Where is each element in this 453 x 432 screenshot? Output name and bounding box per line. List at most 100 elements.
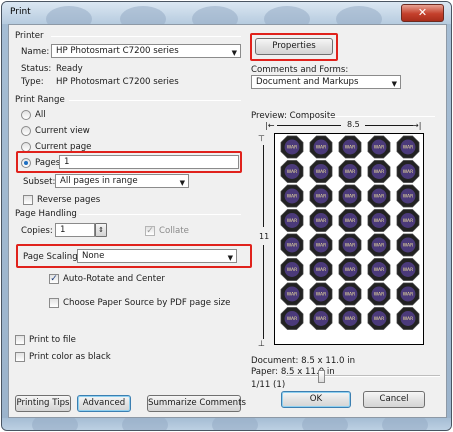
subset-value: All pages in range <box>60 176 138 186</box>
reverse-pages-label: Reverse pages <box>37 195 101 205</box>
auto-rotate-checkbox[interactable]: ✓ <box>49 274 59 284</box>
copies-input[interactable]: 1 <box>55 223 95 237</box>
sticker-text: WAR <box>287 218 297 224</box>
sticker-text: WAR <box>316 243 326 249</box>
radio-current-view-label: Current view <box>35 126 90 136</box>
sticker-text: WAR <box>403 145 413 151</box>
sticker-text: WAR <box>403 169 413 175</box>
printer-name-label: Name: <box>21 47 50 57</box>
sticker-text: WAR <box>403 316 413 322</box>
width-arrow-right-icon: →| <box>412 121 422 130</box>
comments-forms-dropdown[interactable]: Document and Markups ▼ <box>251 75 401 89</box>
highlight-page-scaling <box>16 244 252 268</box>
page-slider-track[interactable] <box>286 375 440 377</box>
radio-current-view[interactable] <box>21 126 31 136</box>
copies-spinner-icon[interactable]: ⇕ <box>95 223 107 237</box>
sticker-text: WAR <box>403 194 413 200</box>
collate-checkbox[interactable]: ✓ <box>145 226 155 236</box>
sticker-text: WAR <box>316 169 326 175</box>
sticker-text: WAR <box>345 194 355 200</box>
print-color-black-label: Print color as black <box>29 352 111 362</box>
sticker-text: WAR <box>287 316 297 322</box>
print-to-file-label: Print to file <box>29 335 76 345</box>
choose-paper-source-checkbox[interactable] <box>49 298 59 308</box>
height-arrow-up-icon: ⊤ <box>258 134 265 143</box>
comments-forms-label: Comments and Forms: <box>251 65 349 75</box>
radio-all-label: All <box>35 110 46 120</box>
document-size-label: Document: 8.5 x 11.0 in <box>251 356 356 366</box>
copies-value: 1 <box>60 225 66 235</box>
dialog-client-area: Printer Name: HP Photosmart C7200 series… <box>8 24 447 418</box>
collate-label: Collate <box>159 226 189 236</box>
radio-all[interactable] <box>21 110 31 120</box>
print-color-black-checkbox[interactable] <box>15 352 25 362</box>
status-label: Status: <box>21 64 52 74</box>
sticker-text: WAR <box>316 267 326 273</box>
comments-forms-value: Document and Markups <box>256 77 359 87</box>
sticker-text: WAR <box>374 218 384 224</box>
sticker-text: WAR <box>287 169 297 175</box>
sticker-text: WAR <box>374 292 384 298</box>
sticker-text: WAR <box>316 194 326 200</box>
printer-name-value: HP Photosmart C7200 series <box>56 46 179 56</box>
page-handling-section-label: Page Handling <box>15 209 77 219</box>
sticker-text: WAR <box>316 316 326 322</box>
preview-height-label: 11 <box>259 232 270 241</box>
window-title: Print <box>10 7 31 17</box>
subset-dropdown[interactable]: All pages in range ▼ <box>55 174 189 188</box>
auto-rotate-label: Auto-Rotate and Center <box>63 274 165 284</box>
sticker-text: WAR <box>403 218 413 224</box>
sticker-text: WAR <box>345 243 355 249</box>
print-to-file-checkbox[interactable] <box>15 335 25 345</box>
reverse-pages-checkbox[interactable] <box>23 195 33 205</box>
preview-title: Preview: Composite <box>251 111 336 121</box>
cancel-button[interactable]: Cancel <box>363 391 425 408</box>
ok-button[interactable]: OK <box>281 391 351 408</box>
bottom-frame <box>2 418 451 430</box>
sticker-text: WAR <box>287 194 297 200</box>
sticker-text: WAR <box>345 292 355 298</box>
chevron-down-icon: ▼ <box>231 49 237 57</box>
sticker-text: WAR <box>345 316 355 322</box>
sticker-text: WAR <box>287 267 297 273</box>
type-value: HP Photosmart C7200 series <box>56 77 179 87</box>
sticker-text: WAR <box>287 145 297 151</box>
preview-thumbnail-svg: WAR WAR WAR WAR WAR WAR WAR WAR WAR WAR WAR WAR WAR W… <box>280 135 420 330</box>
sticker-text: WAR <box>403 267 413 273</box>
sticker-text: WAR <box>345 169 355 175</box>
sticker-text: WAR <box>316 218 326 224</box>
choose-paper-source-label: Choose Paper Source by PDF page size <box>63 298 231 308</box>
page-indicator: 1/11 (1) <box>251 380 286 390</box>
sticker-text: WAR <box>374 145 384 151</box>
sticker-text: WAR <box>374 267 384 273</box>
highlight-pages <box>16 151 242 173</box>
preview-width-label: 8.5 <box>347 120 360 129</box>
sticker-text: WAR <box>316 145 326 151</box>
type-label: Type: <box>21 77 44 87</box>
sticker-text: WAR <box>374 169 384 175</box>
sticker-text: WAR <box>403 292 413 298</box>
printer-name-dropdown[interactable]: HP Photosmart C7200 series ▼ <box>51 44 241 58</box>
printing-tips-button[interactable]: Printing Tips <box>15 395 71 412</box>
summarize-comments-button[interactable]: Summarize Comments <box>147 395 246 412</box>
sticker-text: WAR <box>345 267 355 273</box>
copies-label: Copies: <box>21 226 53 236</box>
sticker-text: WAR <box>316 292 326 298</box>
advanced-button[interactable]: Advanced <box>77 395 131 412</box>
sticker-text: WAR <box>374 243 384 249</box>
sticker-text: WAR <box>403 243 413 249</box>
sticker-text: WAR <box>287 243 297 249</box>
print-dialog-window: Print ✕ Printer Name: HP Photosmart C720… <box>1 1 452 431</box>
chevron-down-icon: ▼ <box>179 179 185 187</box>
page-slider-thumb[interactable] <box>318 370 325 383</box>
printer-section-label: Printer <box>15 31 44 41</box>
sticker-text: WAR <box>287 292 297 298</box>
close-button[interactable]: ✕ <box>401 4 444 22</box>
width-arrow-left-icon: |← <box>265 121 275 130</box>
print-range-section-label: Print Range <box>15 95 65 105</box>
sticker-text: WAR <box>374 194 384 200</box>
sticker-text: WAR <box>345 145 355 151</box>
preview-page: WAR WAR WAR WAR WAR WAR WAR WAR WAR WAR WAR WAR WAR W… <box>274 133 424 345</box>
highlight-properties <box>250 33 338 61</box>
chevron-down-icon: ▼ <box>391 80 397 88</box>
